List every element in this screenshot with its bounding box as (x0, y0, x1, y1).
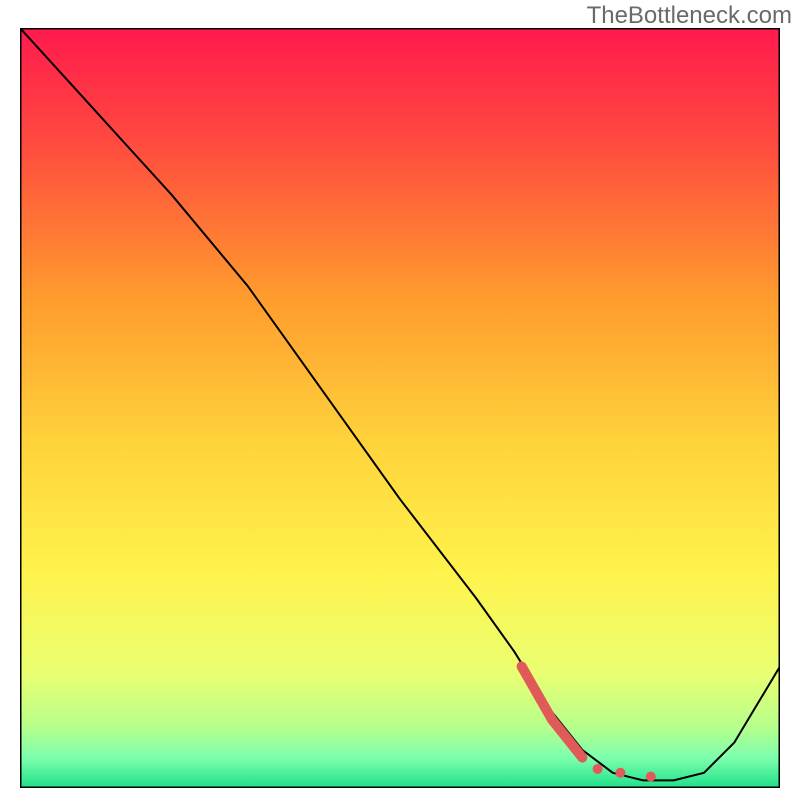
bottleneck-chart (20, 28, 780, 788)
chart-svg (20, 28, 780, 788)
chart-background (20, 28, 780, 788)
highlight-dot-0 (593, 764, 603, 774)
highlight-dot-1 (615, 768, 625, 778)
highlight-dot-2 (646, 772, 656, 782)
watermark-text: TheBottleneck.com (587, 2, 792, 30)
